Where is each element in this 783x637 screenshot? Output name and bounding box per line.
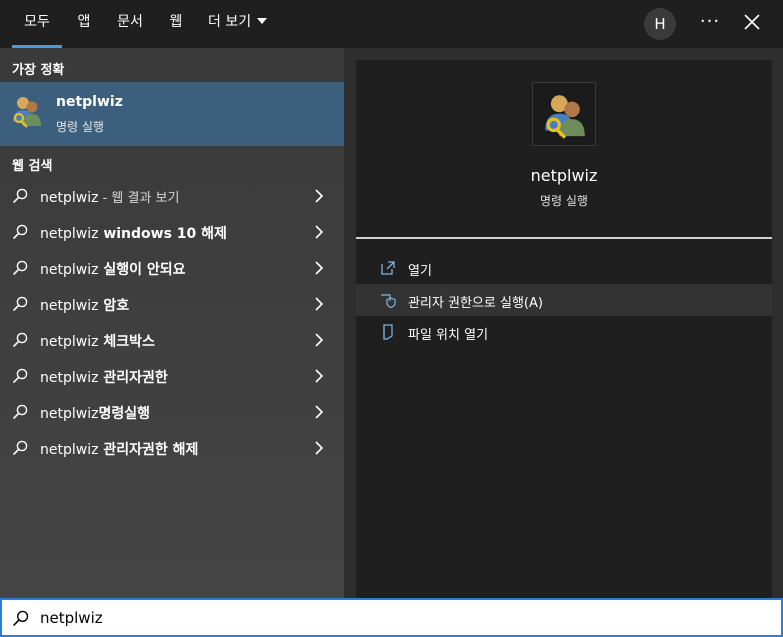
query-completion: 명령실행 [98,406,150,422]
avatar[interactable]: H [644,8,676,40]
query-text: netplwiz [40,334,99,350]
best-match-subtitle: 명령 실행 [56,120,104,134]
query-completion: 체크박스 [98,334,155,350]
tab-documents[interactable]: 문서 [114,0,146,48]
chevron-right-icon [315,441,324,455]
search-top-bar: 모두 앱 문서 웹 더 보기 H ··· [0,0,783,48]
web-search-label: netplwiz 암호 [40,295,129,315]
close-icon [744,14,760,30]
more-icon: ··· [699,11,721,32]
search-icon [12,224,28,240]
chevron-right-icon [315,405,324,419]
results-list: 가장 정확 netplwiz 명령 실행 웹 검색 netplwiz - 웹 결… [0,48,344,598]
query-text: netplwiz [40,190,99,206]
preview-subtitle: 명령 실행 [540,194,588,208]
file-location-icon [383,324,393,340]
query-completion: 관리자권한 해제 [98,442,199,458]
query-completion: 실행이 안되요 [98,262,186,278]
tab-label: 더 보기 [208,14,252,30]
close-button[interactable] [738,8,766,40]
web-search-item[interactable]: netplwiz 체크박스 [0,322,344,358]
user-accounts-icon [545,95,585,139]
search-input[interactable] [40,606,740,630]
open-icon [381,261,395,275]
search-icon [12,332,28,348]
best-match-item[interactable]: netplwiz 명령 실행 [0,82,344,146]
web-search-item[interactable]: netplwiz 관리자권한 [0,358,344,394]
query-completion: windows 10 해제 [98,226,227,242]
open-file-location-action[interactable]: 파일 위치 열기 [356,316,772,348]
open-action-label: 열기 [408,264,432,279]
web-search-item[interactable]: netplwiz 암호 [0,286,344,322]
chevron-right-icon [315,261,324,275]
web-search-label: netplwiz 관리자권한 [40,367,168,387]
web-search-label: netplwiz windows 10 해제 [40,223,227,243]
chevron-right-icon [315,333,324,347]
chevron-right-icon [315,369,324,383]
chevron-right-icon [315,189,324,203]
web-search-item[interactable]: netplwiz명령실행 [0,394,344,430]
tab-more[interactable]: 더 보기 [208,0,268,48]
search-icon [13,610,29,626]
query-text: netplwiz [40,442,99,458]
chevron-right-icon [315,225,324,239]
web-search-label: netplwiz 체크박스 [40,331,155,351]
best-match-title: netplwiz [56,94,123,110]
tab-all[interactable]: 모두 [12,0,62,48]
query-completion: 암호 [98,298,130,314]
search-icon [12,296,28,312]
tab-label: 앱 [77,14,91,30]
open-action[interactable]: 열기 [356,252,772,284]
search-icon [12,368,28,384]
tab-label: 웹 [169,14,183,30]
web-search-item[interactable]: netplwiz 실행이 안되요 [0,250,344,286]
query-text: netplwiz [40,262,99,278]
search-icon [12,188,28,204]
web-search-label: netplwiz - 웹 결과 보기 [40,187,179,206]
chevron-right-icon [315,297,324,311]
preview-pane: netplwiz 명령 실행 열기 관리자 권한으로 실행(A) 파일 위치 열… [356,60,772,598]
web-search-item[interactable]: netplwiz windows 10 해제 [0,214,344,250]
query-text: netplwiz [40,226,99,242]
tab-web[interactable]: 웹 [166,0,186,48]
tab-label: 모두 [24,14,50,30]
tab-apps[interactable]: 앱 [74,0,94,48]
run-as-admin-label: 관리자 권한으로 실행(A) [408,296,543,311]
user-accounts-icon [13,97,41,128]
search-icon [12,440,28,456]
web-search-header: 웹 검색 [12,159,53,174]
web-search-item[interactable]: netplwiz 관리자권한 해제 [0,430,344,466]
preview-title: netplwiz [530,166,598,185]
run-as-admin-action[interactable]: 관리자 권한으로 실행(A) [356,284,772,316]
shield-icon [381,294,396,308]
query-suffix: - 웹 결과 보기 [98,191,180,206]
avatar-initial: H [654,15,666,33]
search-box[interactable] [0,598,783,637]
web-search-item[interactable]: netplwiz - 웹 결과 보기 [0,178,344,214]
preview-app-icon [532,82,596,146]
search-icon [12,260,28,276]
query-text: netplwiz [40,370,99,386]
query-text: netplwiz [40,406,99,422]
open-file-location-label: 파일 위치 열기 [408,328,489,343]
query-text: netplwiz [40,298,99,314]
query-completion: 관리자권한 [98,370,168,386]
web-search-label: netplwiz 관리자권한 해제 [40,439,198,459]
chevron-down-icon [257,18,268,24]
best-match-header: 가장 정확 [12,63,65,78]
search-icon [12,404,28,420]
web-search-label: netplwiz명령실행 [40,403,150,423]
preview-divider [356,237,772,239]
more-options-button[interactable]: ··· [696,8,724,40]
tab-label: 문서 [117,14,143,30]
web-search-label: netplwiz 실행이 안되요 [40,259,185,279]
